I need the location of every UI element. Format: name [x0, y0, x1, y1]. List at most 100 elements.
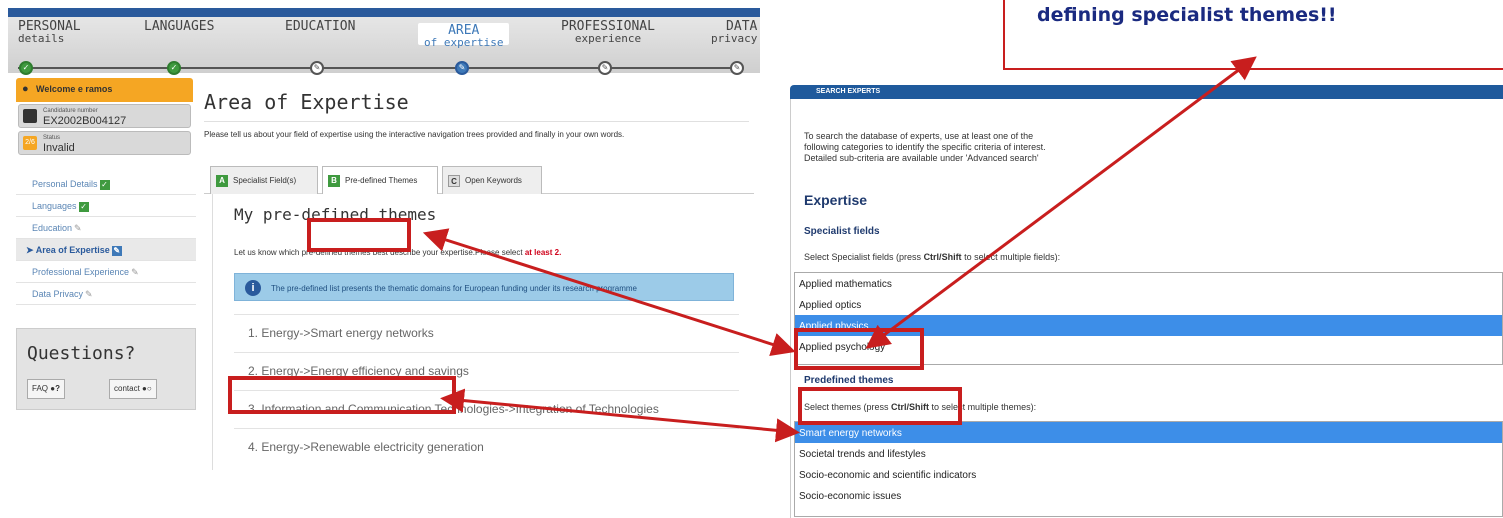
tab-bar: A Specialist Field(s) B Pre-defined Themes… — [204, 158, 754, 195]
pencil-icon: ✎ — [730, 61, 744, 75]
step-education[interactable]: EDUCATION — [285, 19, 356, 34]
pencil-icon: ✎ — [74, 223, 82, 233]
theme-item[interactable]: 4. Energy->Renewable electricity generat… — [234, 428, 739, 466]
info-box: i The pre-defined list presents the thema… — [234, 273, 734, 301]
sidebar-item-languages[interactable]: Languages ✓ — [16, 195, 196, 217]
theme-label: 2. Energy->Energy efficiency and savings — [248, 364, 469, 378]
contact-label: contact — [114, 384, 140, 393]
instruction-requirement: at least 2. — [524, 248, 562, 257]
specialist-fields-heading: Specialist fields — [804, 226, 880, 237]
sidebar-item-personal-details[interactable]: Personal Details ✓ — [16, 173, 196, 195]
list-option[interactable]: Societal trends and lifestyles — [795, 443, 1502, 464]
step-progress-bar: PERSONAL details LANGUAGES EDUCATION AREA… — [8, 17, 760, 75]
top-bar — [8, 8, 760, 17]
expertise-heading: Expertise — [804, 192, 868, 208]
hint-text: Select themes (press — [804, 402, 892, 412]
pencil-icon: ✎ — [310, 61, 324, 75]
sidebar-nav: Personal Details ✓ Languages ✓ Education ✎ … — [16, 173, 196, 305]
intro-line: To search the database of experts, use a… — [804, 131, 1034, 141]
candidature-number: EX2002B004127 — [43, 115, 127, 127]
sidebar-item-label: Languages — [32, 201, 77, 211]
section-title: My pre-defined themes — [234, 205, 437, 224]
hint-text: to select multiple themes): — [929, 402, 1037, 412]
theme-label: 3. Information and Communication Technol… — [248, 402, 659, 416]
list-option[interactable]: Socio-economic issues — [795, 485, 1502, 506]
hint-keys: Ctrl/Shift — [891, 402, 930, 412]
step-professional[interactable]: PROFESSIONAL experience — [561, 20, 655, 45]
step-label: LANGUAGES — [144, 19, 215, 34]
instruction-main: Let us know which pre-defined themes bes… — [234, 248, 525, 257]
info-icon: i — [245, 280, 261, 296]
tab-letter: A — [216, 175, 228, 187]
predefined-themes-heading: Predefined themes — [804, 375, 894, 386]
id-card-icon — [23, 109, 37, 123]
tab-label: Pre-defined Themes — [345, 176, 418, 185]
theme-item[interactable]: 2. Energy->Energy efficiency and savings — [234, 352, 739, 390]
edit-icon: ✎ — [111, 246, 122, 256]
predefined-themes-listbox[interactable]: Smart energy networks Societal trends an… — [794, 421, 1503, 517]
tab-specialist-fields[interactable]: A Specialist Field(s) — [210, 166, 318, 194]
questions-title: Questions? — [27, 343, 136, 364]
tab-label: Specialist Field(s) — [233, 176, 297, 185]
person-icon: ● — [22, 83, 29, 95]
intro-line: following categories to identify the spe… — [804, 142, 1046, 152]
step-personal[interactable]: PERSONAL details — [18, 20, 81, 45]
faq-button[interactable]: FAQ ●? — [27, 379, 65, 399]
sidebar-item-education[interactable]: Education ✎ — [16, 217, 196, 239]
search-experts-header: SEARCH EXPERTS — [790, 85, 1503, 99]
step-data-privacy[interactable]: DATA privacy — [711, 20, 758, 45]
theme-item[interactable]: 1. Energy->Smart energy networks — [234, 314, 739, 352]
specialist-fields-listbox[interactable]: Applied mathematics Applied optics Appli… — [794, 272, 1503, 365]
step-languages[interactable]: LANGUAGES — [144, 19, 215, 34]
step-area-of-expertise[interactable]: AREA of expertise — [418, 23, 510, 49]
theme-item[interactable]: 3. Information and Communication Technol… — [234, 390, 739, 428]
pencil-icon: ✎ — [455, 61, 469, 75]
list-option-selected[interactable]: Applied physics — [795, 315, 1502, 336]
predefined-hint: Select themes (press Ctrl/Shift to selec… — [804, 402, 1036, 412]
step-sublabel: of expertise — [424, 36, 504, 49]
list-option[interactable]: Applied optics — [795, 294, 1502, 315]
sidebar-item-professional-experience[interactable]: Professional Experience ✎ — [16, 261, 196, 283]
hint-keys: Ctrl/Shift — [923, 252, 962, 262]
sidebar-item-label: Area of Expertise — [35, 245, 110, 255]
list-option[interactable]: Socio-economic and scientific indicators — [795, 464, 1502, 485]
sidebar-item-data-privacy[interactable]: Data Privacy ✎ — [16, 283, 196, 305]
sidebar-item-area-of-expertise[interactable]: ➤ Area of Expertise ✎ — [16, 239, 196, 261]
tab-open-keywords[interactable]: C Open Keywords — [442, 166, 542, 194]
step-label: EDUCATION — [285, 19, 356, 34]
step-line — [18, 67, 743, 69]
status-label: Status — [43, 135, 61, 141]
theme-label: 1. Energy->Smart energy networks — [248, 326, 434, 340]
search-intro: To search the database of experts, use a… — [804, 131, 1164, 164]
hint-text: Select Specialist fields (press — [804, 252, 924, 262]
check-icon: ✓ — [99, 180, 110, 190]
sidebar-item-label: Data Privacy — [32, 289, 84, 299]
sidebar-item-label: Professional Experience — [32, 267, 130, 277]
candidature-label: Candidature number — [43, 108, 98, 114]
list-option[interactable]: Applied psychology — [795, 336, 1502, 357]
status-value: Invalid — [43, 142, 75, 154]
search-experts-panel: SEARCH EXPERTS To search the database of… — [778, 85, 1503, 518]
questions-box: Questions? FAQ ●? contact ●○ — [16, 328, 196, 410]
tab-label: Open Keywords — [465, 176, 522, 185]
callout-box: defining specialist themes!! — [1003, 0, 1503, 70]
status-box: 2/6 Status Invalid — [18, 131, 191, 155]
contact-icon: ●○ — [142, 384, 152, 393]
hint-text: to select multiple fields): — [961, 252, 1061, 262]
tab-pre-defined-themes[interactable]: B Pre-defined Themes — [322, 166, 438, 195]
status-badge: 2/6 — [23, 136, 37, 150]
step-sublabel: privacy — [711, 32, 758, 45]
welcome-bar: ● Welcome e ramos — [16, 78, 193, 102]
pencil-icon: ✎ — [131, 267, 139, 277]
sidebar-item-label: Education — [32, 223, 73, 233]
pencil-icon: ✎ — [598, 61, 612, 75]
check-icon: ✓ — [167, 61, 181, 75]
list-option[interactable]: Applied mathematics — [795, 273, 1502, 294]
intro-line: Detailed sub-criteria are available unde… — [804, 153, 1039, 163]
contact-button[interactable]: contact ●○ — [109, 379, 157, 399]
faq-label: FAQ — [32, 384, 49, 393]
step-sublabel: details — [18, 32, 65, 45]
list-option-selected[interactable]: Smart energy networks — [795, 422, 1502, 443]
expert-application-panel: PERSONAL details LANGUAGES EDUCATION AREA… — [8, 8, 760, 470]
candidature-box: Candidature number EX2002B004127 — [18, 104, 191, 128]
